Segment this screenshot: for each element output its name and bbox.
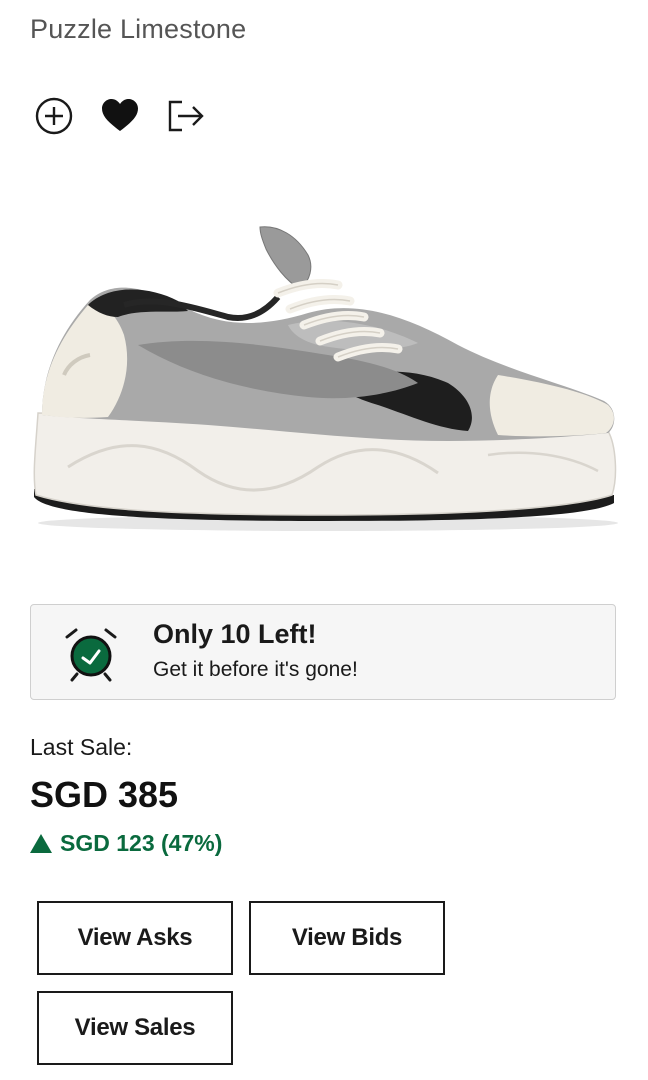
low-stock-title: Only 10 Left!: [153, 619, 317, 649]
share-icon: [168, 100, 204, 132]
last-sale-label: Last Sale:: [30, 734, 133, 760]
view-sales-button[interactable]: View Sales: [37, 991, 233, 1065]
last-sale-price: SGD 385: [30, 774, 179, 815]
price-change: SGD 123 (47%): [30, 830, 222, 857]
low-stock-subtitle: Get it before it's gone!: [153, 658, 358, 681]
price-change-value: SGD 123 (47%): [60, 830, 223, 856]
share-button[interactable]: [166, 96, 206, 136]
product-image: [33, 226, 618, 531]
view-asks-button[interactable]: View Asks: [37, 901, 233, 975]
favorite-button[interactable]: [100, 96, 140, 136]
low-stock-banner: Only 10 Left! Get it before it's gone!: [30, 604, 616, 700]
plus-circle-icon: [35, 97, 73, 135]
product-actions: [34, 96, 206, 136]
alarm-clock-icon: [65, 628, 117, 682]
add-to-portfolio-button[interactable]: [34, 96, 74, 136]
view-bids-button[interactable]: View Bids: [249, 901, 445, 975]
heart-icon: [102, 99, 138, 131]
product-subtitle: Puzzle Limestone: [30, 14, 247, 44]
arrow-up-icon: [30, 834, 52, 853]
